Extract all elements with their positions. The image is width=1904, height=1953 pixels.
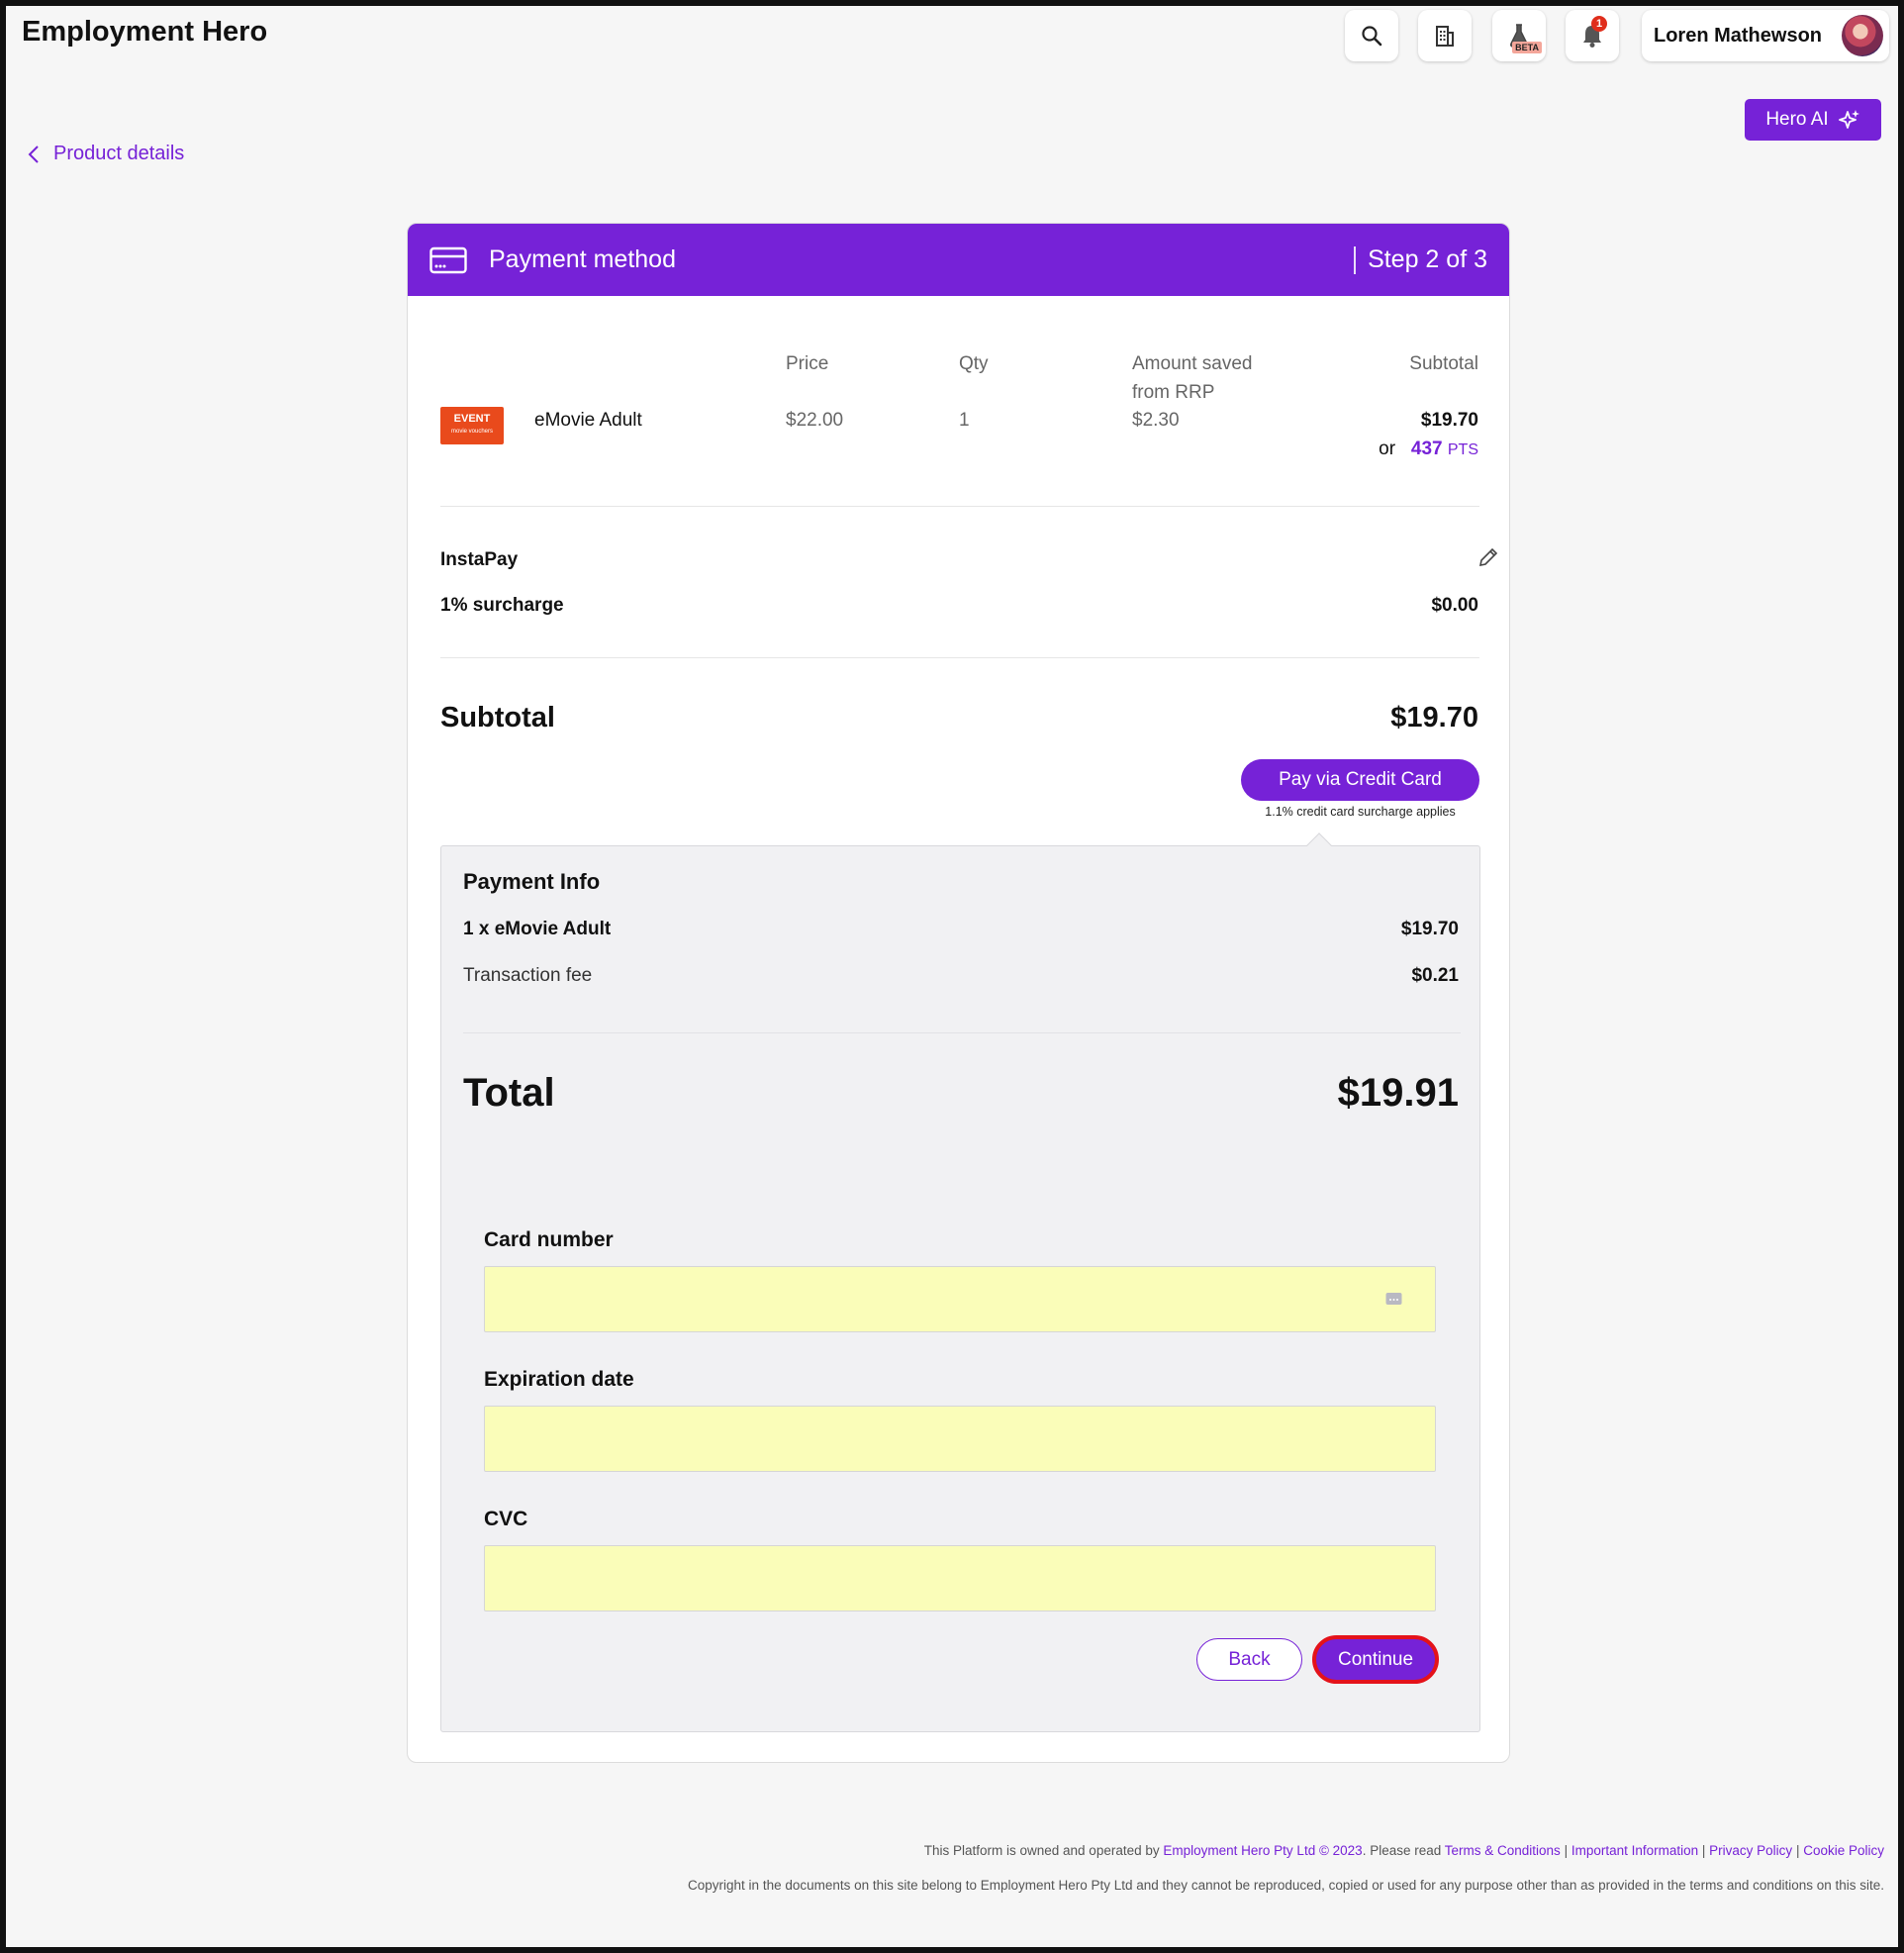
pencil-icon <box>1478 547 1498 567</box>
subtotal-column-header: Subtotal <box>1409 353 1478 374</box>
surcharge-label: 1% surcharge <box>440 595 564 616</box>
payment-info-panel: Payment Info 1 x eMovie Adult $19.70 Tra… <box>440 845 1480 1732</box>
beta-badge: BETA <box>1512 42 1542 53</box>
continue-button[interactable]: Continue <box>1312 1635 1439 1684</box>
notification-count-badge: 1 <box>1591 16 1607 32</box>
step-indicator: Step 2 of 3 <box>1368 245 1487 273</box>
terms-link[interactable]: Terms & Conditions <box>1445 1843 1561 1858</box>
payment-info-title: Payment Info <box>463 869 601 894</box>
product-subtotal: $19.70 <box>1420 410 1478 431</box>
divider <box>463 1032 1461 1033</box>
line-item-value: $19.70 <box>1400 919 1459 939</box>
transaction-fee-value: $0.21 <box>1411 965 1459 986</box>
instapay-label: InstaPay <box>440 549 519 570</box>
credit-card-icon <box>429 246 467 273</box>
points-price: or 437 PTS <box>1379 439 1478 460</box>
amount-saved-column-header: Amount saved from RRP <box>1132 353 1253 403</box>
user-name: Loren Mathewson <box>1654 24 1823 47</box>
sparkle-icon <box>1838 110 1859 129</box>
chevron-left-icon <box>28 145 39 163</box>
organisation-button[interactable] <box>1418 10 1472 61</box>
divider <box>440 506 1479 507</box>
back-to-product-details-link[interactable]: Product details <box>28 143 184 165</box>
pay-via-credit-card-button[interactable]: Pay via Credit Card <box>1241 759 1479 801</box>
card-number-input[interactable] <box>484 1266 1436 1332</box>
expiration-date-input[interactable] <box>484 1406 1436 1472</box>
line-item-label: 1 x eMovie Adult <box>463 919 612 939</box>
or-label: or <box>1379 439 1396 459</box>
footer-prefix: This Platform is owned and operated by <box>923 1843 1160 1858</box>
back-link-label: Product details <box>53 143 185 164</box>
card-header: Payment method Step 2 of 3 <box>408 224 1509 296</box>
total-value: $19.91 <box>1337 1071 1459 1115</box>
card-title: Payment method <box>489 245 676 273</box>
subtotal-value: $19.70 <box>1390 702 1478 733</box>
cvc-label: CVC <box>484 1508 528 1530</box>
footer-copyright: Copyright in the documents on this site … <box>688 1878 1884 1893</box>
footer-mid: . Please read <box>1362 1843 1442 1858</box>
cvc-input[interactable] <box>484 1545 1436 1611</box>
expiration-date-label: Expiration date <box>484 1368 634 1391</box>
company-link[interactable]: Employment Hero Pty Ltd © 2023 <box>1163 1843 1362 1858</box>
notifications-button[interactable]: 1 <box>1566 10 1619 61</box>
back-button[interactable]: Back <box>1196 1638 1302 1681</box>
user-menu-button[interactable]: Loren Mathewson <box>1642 10 1889 61</box>
cookie-policy-link[interactable]: Cookie Policy <box>1803 1843 1884 1858</box>
points-value: 437 <box>1410 439 1443 459</box>
product-price: $22.00 <box>786 410 844 431</box>
edit-payment-button[interactable] <box>1477 546 1499 573</box>
important-information-link[interactable]: Important Information <box>1571 1843 1698 1858</box>
transaction-fee-label: Transaction fee <box>463 965 593 986</box>
product-logo-subtext: movie vouchers <box>450 429 494 435</box>
building-icon <box>1436 26 1454 47</box>
search-button[interactable] <box>1345 10 1398 61</box>
avatar <box>1842 15 1883 56</box>
divider <box>440 657 1479 658</box>
product-name: eMovie Adult <box>534 410 642 431</box>
product-qty: 1 <box>959 410 970 431</box>
subtotal-label: Subtotal <box>440 702 555 733</box>
card-brand-icon <box>1385 1293 1402 1305</box>
beta-labs-button[interactable]: BETA <box>1492 10 1546 61</box>
privacy-policy-link[interactable]: Privacy Policy <box>1709 1843 1792 1858</box>
product-logo-text: EVENT <box>453 413 491 425</box>
payment-card: Payment method Step 2 of 3 Price Qty Amo… <box>407 223 1510 1763</box>
search-icon <box>1362 26 1382 47</box>
points-unit: PTS <box>1447 441 1478 458</box>
card-number-label: Card number <box>484 1228 614 1251</box>
app-brand[interactable]: Employment Hero <box>22 16 267 49</box>
product-logo: EVENT movie vouchers <box>440 407 504 444</box>
step-divider <box>1354 245 1357 274</box>
product-amount-saved: $2.30 <box>1132 410 1180 431</box>
price-column-header: Price <box>786 353 829 374</box>
hero-ai-button[interactable]: Hero AI <box>1745 99 1881 141</box>
hero-ai-label: Hero AI <box>1765 109 1829 130</box>
footer-legal-line: This Platform is owned and operated by E… <box>923 1843 1884 1858</box>
total-label: Total <box>463 1071 555 1115</box>
qty-column-header: Qty <box>959 353 989 374</box>
credit-card-surcharge-note: 1.1% credit card surcharge applies <box>1265 805 1456 819</box>
surcharge-value: $0.00 <box>1431 595 1478 616</box>
